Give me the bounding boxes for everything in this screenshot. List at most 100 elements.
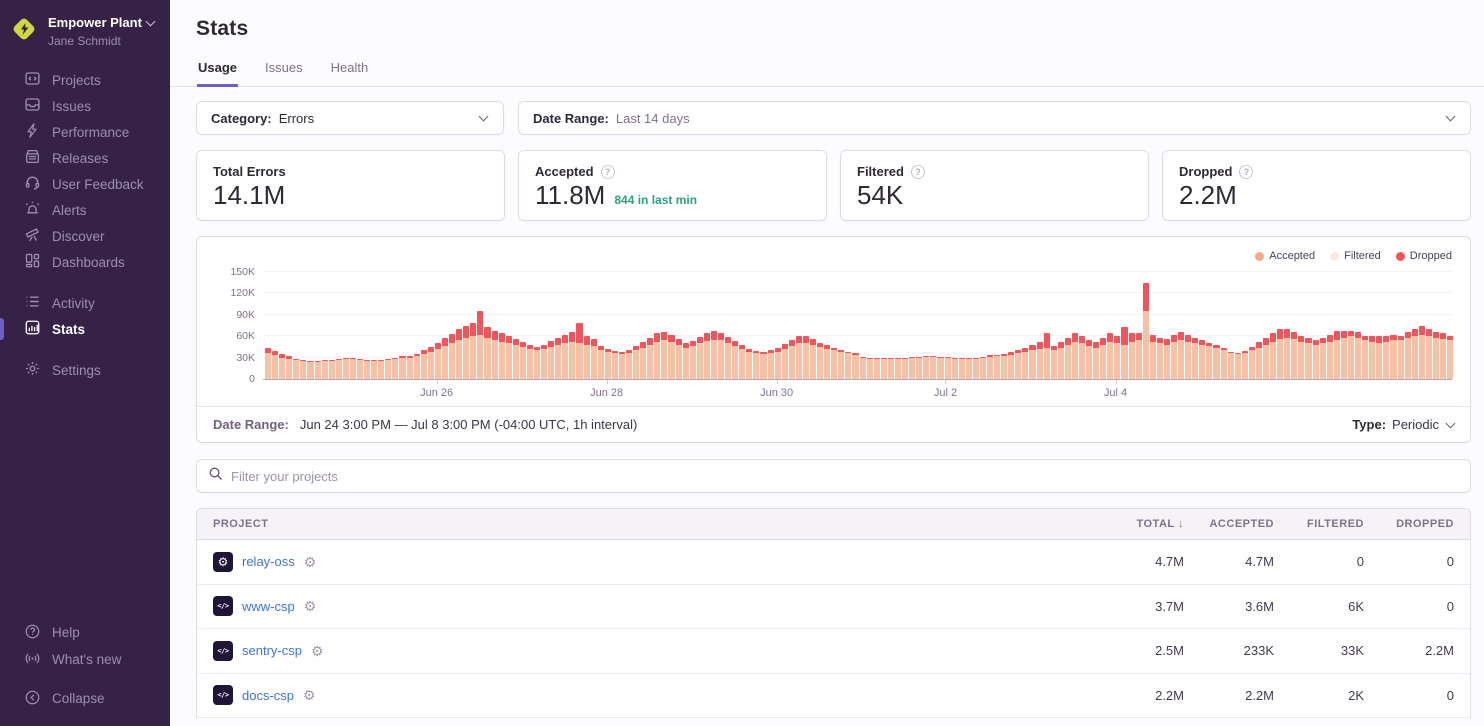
score-cards: Total Errors 14.1M Accepted? 11.8M844 in… xyxy=(196,150,1471,221)
projects-icon xyxy=(24,70,41,90)
cell-accepted: 4.7M xyxy=(1184,554,1274,569)
card-accepted: Accepted? 11.8M844 in last min xyxy=(518,150,827,221)
table-row: </> www-csp ⚙ 3.7M 3.6M 6K 0 xyxy=(197,585,1470,630)
tab-health[interactable]: Health xyxy=(330,54,370,87)
sidebar-item-discover[interactable]: Discover xyxy=(0,223,170,249)
platform-csp-icon: </> xyxy=(213,685,233,705)
column-dropped[interactable]: DROPPED xyxy=(1364,518,1454,530)
project-settings-gear-icon[interactable]: ⚙ xyxy=(303,688,316,702)
table-row: </> docs-csp ⚙ 2.2M 2.2M 2K 0 xyxy=(197,674,1470,719)
chart-bars xyxy=(265,272,1452,379)
table-row: </> sentry-csp ⚙ 2.5M 233K 33K 2.2M xyxy=(197,629,1470,674)
project-link[interactable]: sentry-csp xyxy=(242,643,302,658)
sidebar-collapse-button[interactable]: Collapse xyxy=(0,685,170,712)
archive-icon xyxy=(24,148,41,168)
card-total-errors: Total Errors 14.1M xyxy=(196,150,505,221)
sidebar-item-projects[interactable]: Projects xyxy=(0,67,170,93)
legend-dot-icon xyxy=(1255,252,1264,261)
column-total[interactable]: TOTAL ↓ xyxy=(1094,518,1184,530)
chevron-down-icon xyxy=(1446,112,1456,122)
cell-filtered: 33K xyxy=(1274,643,1364,658)
column-accepted[interactable]: ACCEPTED xyxy=(1184,518,1274,530)
live-rate-badge: 844 in last min xyxy=(614,193,697,207)
cell-dropped: 0 xyxy=(1364,554,1454,569)
chart-plot-area: 030K60K90K120K150K xyxy=(263,272,1452,380)
sidebar-item-dashboards[interactable]: Dashboards xyxy=(0,249,170,275)
platform-rust-icon: ⚙ xyxy=(213,552,233,572)
page-title: Stats xyxy=(196,17,1458,41)
sidebar-item-label: What's new xyxy=(52,652,121,667)
help-icon xyxy=(24,623,41,643)
sidebar-item-performance[interactable]: Performance xyxy=(0,119,170,145)
project-link[interactable]: docs-csp xyxy=(242,688,294,703)
sidebar-item-user-feedback[interactable]: User Feedback xyxy=(0,171,170,197)
stats-tabs: Usage Issues Health xyxy=(170,54,1484,87)
telescope-icon xyxy=(24,226,41,246)
table-row: ⚙ relay-oss ⚙ 4.7M 4.7M 0 0 xyxy=(197,540,1470,585)
sidebar-item-label: Alerts xyxy=(52,203,87,218)
sidebar-item-label: Issues xyxy=(52,99,91,114)
chevron-down-icon xyxy=(1446,418,1456,428)
sidebar-item-issues[interactable]: Issues xyxy=(0,93,170,119)
projects-table: PROJECT TOTAL ↓ ACCEPTED FILTERED DROPPE… xyxy=(196,508,1471,718)
card-label: Filtered xyxy=(857,164,904,179)
search-icon xyxy=(208,466,223,486)
dashboards-icon xyxy=(24,252,41,272)
legend-item-filtered[interactable]: Filtered xyxy=(1330,248,1381,264)
chevron-down-icon xyxy=(145,17,155,27)
card-value: 54K xyxy=(857,180,903,211)
cell-filtered: 0 xyxy=(1274,554,1364,569)
chevron-down-icon xyxy=(479,112,489,122)
project-link[interactable]: www-csp xyxy=(242,599,295,614)
legend-item-dropped[interactable]: Dropped xyxy=(1396,248,1452,264)
card-filtered: Filtered? 54K xyxy=(840,150,1149,221)
date-range-value: Last 14 days xyxy=(616,111,690,126)
platform-csp-icon: </> xyxy=(213,596,233,616)
main-content: Stats Usage Issues Health Category: Erro… xyxy=(170,0,1484,726)
date-range-label: Date Range: xyxy=(533,111,609,126)
chart-type-label: Type: xyxy=(1352,417,1386,432)
sidebar-item-whats-new[interactable]: What's new xyxy=(0,646,170,673)
tab-usage[interactable]: Usage xyxy=(197,54,238,87)
sidebar-item-settings[interactable]: Settings xyxy=(0,357,170,383)
table-header-row: PROJECT TOTAL ↓ ACCEPTED FILTERED DROPPE… xyxy=(197,509,1470,540)
chart-x-axis: Jun 26Jun 28Jun 30Jul 2Jul 4 xyxy=(263,380,1452,404)
project-link[interactable]: relay-oss xyxy=(242,554,295,569)
chart-type-select[interactable]: Type: Periodic xyxy=(1352,417,1454,432)
card-label: Total Errors xyxy=(213,164,286,179)
tab-issues[interactable]: Issues xyxy=(264,54,304,87)
category-select[interactable]: Category: Errors xyxy=(196,101,504,135)
column-filtered[interactable]: FILTERED xyxy=(1274,518,1364,530)
project-settings-gear-icon[interactable]: ⚙ xyxy=(304,599,317,613)
cell-accepted: 233K xyxy=(1184,643,1274,658)
cell-accepted: 2.2M xyxy=(1184,688,1274,703)
legend-dot-icon xyxy=(1396,252,1405,261)
date-range-select[interactable]: Date Range: Last 14 days xyxy=(518,101,1471,135)
help-circle-icon[interactable]: ? xyxy=(911,165,925,179)
org-switcher[interactable]: Empower Plant Jane Schmidt xyxy=(0,12,170,67)
org-avatar-icon xyxy=(9,14,39,44)
lightning-icon xyxy=(24,122,41,142)
help-circle-icon[interactable]: ? xyxy=(1239,165,1253,179)
legend-item-accepted[interactable]: Accepted xyxy=(1255,248,1315,264)
column-project[interactable]: PROJECT xyxy=(213,518,1094,530)
sidebar-item-help[interactable]: Help xyxy=(0,619,170,646)
sidebar-item-stats[interactable]: Stats xyxy=(0,316,170,342)
sidebar-item-label: Stats xyxy=(52,322,85,337)
sidebar-item-alerts[interactable]: Alerts xyxy=(0,197,170,223)
sidebar-item-label: Activity xyxy=(52,296,95,311)
sidebar-item-label: Dashboards xyxy=(52,255,125,270)
sidebar: Empower Plant Jane Schmidt Projects Issu… xyxy=(0,0,170,726)
help-circle-icon[interactable]: ? xyxy=(601,165,615,179)
sidebar-item-label: Releases xyxy=(52,151,108,166)
project-settings-gear-icon[interactable]: ⚙ xyxy=(311,644,324,658)
cell-filtered: 6K xyxy=(1274,599,1364,614)
sidebar-item-activity[interactable]: Activity xyxy=(0,290,170,316)
sidebar-item-label: Help xyxy=(52,625,80,640)
project-filter-input[interactable] xyxy=(231,469,1459,484)
card-value: 11.8M xyxy=(535,180,605,211)
sidebar-item-label: Collapse xyxy=(52,691,105,706)
cell-dropped: 0 xyxy=(1364,688,1454,703)
project-settings-gear-icon[interactable]: ⚙ xyxy=(304,555,317,569)
sidebar-item-releases[interactable]: Releases xyxy=(0,145,170,171)
